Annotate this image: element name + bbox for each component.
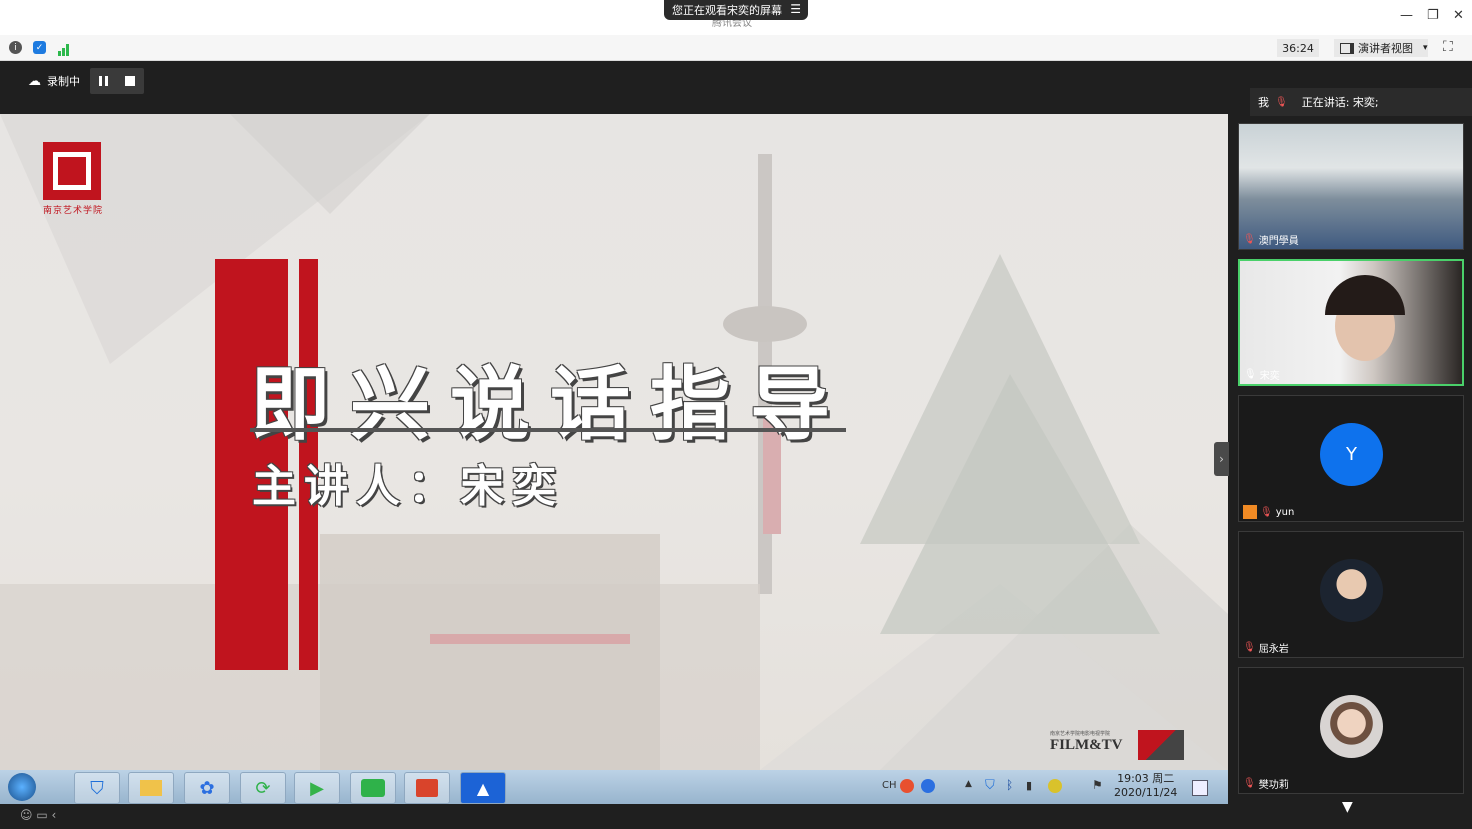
film-tv-emblem xyxy=(1138,730,1184,760)
sogou-icon[interactable] xyxy=(900,779,914,793)
stop-recording-button[interactable] xyxy=(125,76,136,86)
tray-app-icon[interactable] xyxy=(1048,779,1062,793)
recording-label: 录制中 xyxy=(47,75,80,88)
title-bar: 腾讯会议 您正在观看宋奕的屏幕 ☰ — ❐ ✕ xyxy=(0,0,1472,35)
taskbar-clock[interactable]: 19:03 周二 2020/11/24 xyxy=(1114,772,1177,800)
participant-tile[interactable]: 🎙 澳門學員 xyxy=(1238,123,1464,250)
participant-label: 🎙 樊功莉 xyxy=(1243,776,1289,791)
bluetooth-icon[interactable]: ᛒ xyxy=(1006,778,1013,792)
fullscreen-icon[interactable]: ⛶ xyxy=(1443,39,1453,55)
slides-icon xyxy=(416,779,438,797)
avatar xyxy=(1320,559,1383,622)
view-mode-button[interactable]: 演讲者视图 ▾ xyxy=(1334,39,1428,57)
participant-tile[interactable]: Y 🎙 yun xyxy=(1238,395,1464,522)
title-underline xyxy=(250,428,846,432)
recording-bar: ☁ 录制中 xyxy=(28,68,144,94)
network-icon[interactable]: ▮ xyxy=(1026,779,1032,792)
participant-name: 澳門學員 xyxy=(1258,236,1299,247)
meeting-toolbar: i ✓ 36:24 演讲者视图 ▾ ⛶ xyxy=(0,35,1472,61)
windows-start-icon[interactable] xyxy=(8,773,36,801)
paw-icon: ✿ xyxy=(199,777,215,799)
scroll-down-icon[interactable]: ▼ xyxy=(1342,799,1353,815)
video-feed xyxy=(1239,124,1463,249)
collapse-sidebar-handle[interactable]: › xyxy=(1214,442,1229,476)
taskbar-presentation-app[interactable] xyxy=(404,772,450,804)
film-tv-logo: 南京艺术学院电影电视学院 FILM&TV xyxy=(1050,730,1184,760)
taskbar-explorer-app[interactable] xyxy=(128,772,174,804)
participant-name: yun xyxy=(1275,506,1295,518)
participant-sidebar: 我 🎙 正在讲话: 宋奕; 🎙 澳門學員 🎙 宋奕 Y 🎙 yun 🎙 屈永岩 🎙 樊功… xyxy=(1230,61,1472,829)
participant-name: 屈永岩 xyxy=(1258,644,1289,655)
taskbar-refresh-app[interactable]: ⟳ xyxy=(240,772,286,804)
taskbar-player-app[interactable]: ▶ xyxy=(294,772,340,804)
slide-title: 即兴说话指导 xyxy=(250,358,850,451)
participant-label: 🎙 澳門學員 xyxy=(1243,232,1299,247)
participant-tile[interactable]: 🎙 樊功莉 xyxy=(1238,667,1464,794)
info-icon[interactable]: i xyxy=(9,41,22,54)
participant-name: 樊功莉 xyxy=(1258,780,1289,791)
shared-taskbar: ⛉ ✿ ⟳ ▶ ▲ CH ▲ ⛉ ᛒ ▮ ⚑ 19:03 周二 2020/11/… xyxy=(0,770,1228,804)
refresh-icon: ⟳ xyxy=(255,777,271,799)
speaking-indicator: 我 🎙 正在讲话: 宋奕; xyxy=(1250,88,1472,116)
speaking-label: 正在讲话: 宋奕; xyxy=(1301,96,1379,109)
restore-button[interactable]: ❐ xyxy=(1427,8,1439,23)
chat-icon[interactable]: ☺ ▭ ‹ xyxy=(20,808,56,822)
screen-share-banner-text: 您正在观看宋奕的屏幕 xyxy=(672,4,782,17)
muted-mic-icon: 🎙 xyxy=(1275,96,1288,108)
tray-lang[interactable]: CH xyxy=(882,780,897,791)
taskbar-security-app[interactable]: ⛉ xyxy=(74,772,120,804)
muted-mic-icon: 🎙 xyxy=(1243,778,1256,789)
cloud-icon: ☁ xyxy=(28,73,41,89)
muted-mic-icon: 🎙 xyxy=(1243,642,1256,653)
me-label: 我 xyxy=(1258,96,1269,109)
meeting-timer: 36:24 xyxy=(1277,39,1319,57)
avatar: Y xyxy=(1320,423,1383,486)
participant-label: 🎙 宋奕 xyxy=(1244,367,1280,382)
participant-name: 宋奕 xyxy=(1259,371,1280,382)
avatar xyxy=(1320,695,1383,758)
help-icon[interactable] xyxy=(921,779,935,793)
close-button[interactable]: ✕ xyxy=(1453,8,1464,23)
bottom-strip: ☺ ▭ ‹ xyxy=(0,804,1228,829)
muted-mic-icon: 🎙 xyxy=(1260,506,1273,518)
taskbar-iqiyi-app[interactable] xyxy=(350,772,396,804)
chevron-down-icon: ▾ xyxy=(1423,43,1428,53)
user-icon xyxy=(1243,505,1257,519)
mic-icon: 🎙 xyxy=(1244,369,1257,380)
iqiyi-icon xyxy=(361,779,385,797)
shield-check-icon: ⛉ xyxy=(90,777,104,799)
film-tv-logo-small: 南京艺术学院电影电视学院 xyxy=(1050,731,1111,737)
folder-icon xyxy=(140,780,162,796)
menu-icon[interactable]: ☰ xyxy=(790,2,801,16)
participant-tile[interactable]: 🎙 屈永岩 xyxy=(1238,531,1464,658)
tray-shield-icon[interactable]: ⛉ xyxy=(985,778,995,793)
slide-subtitle: 主讲人：宋奕 xyxy=(252,461,564,512)
clock-time: 19:03 周二 xyxy=(1117,772,1175,785)
participant-tile-active[interactable]: 🎙 宋奕 xyxy=(1238,259,1464,386)
view-mode-label: 演讲者视图 xyxy=(1358,42,1413,55)
film-tv-logo-text: FILM&TV xyxy=(1050,737,1123,753)
taskbar-baidu-app[interactable]: ✿ xyxy=(184,772,230,804)
pause-recording-button[interactable] xyxy=(98,76,108,86)
school-logo-text: 南京艺术学院 xyxy=(43,206,104,216)
shared-screen-slide: 即兴说话指导 主讲人：宋奕 南京艺术学院 南京艺术学院电影电视学院 FILM&T… xyxy=(0,114,1228,770)
muted-mic-icon: 🎙 xyxy=(1243,234,1256,245)
clock-date: 2020/11/24 xyxy=(1114,786,1178,799)
shield-icon[interactable]: ✓ xyxy=(33,41,46,54)
taskbar-meeting-app[interactable]: ▲ xyxy=(460,772,506,804)
school-logo: 南京艺术学院 xyxy=(43,142,105,216)
participant-label: 🎙 屈永岩 xyxy=(1243,640,1289,655)
participant-label: 🎙 yun xyxy=(1243,505,1294,519)
play-icon: ▶ xyxy=(310,777,324,799)
minimize-button[interactable]: — xyxy=(1400,8,1413,23)
show-desktop-icon[interactable] xyxy=(1192,780,1208,796)
recording-controls xyxy=(90,68,144,94)
grid-view-icon xyxy=(1340,42,1354,54)
flag-icon[interactable]: ⚑ xyxy=(1092,778,1103,792)
signal-icon[interactable] xyxy=(57,41,71,60)
meeting-app-icon: ▲ xyxy=(476,778,490,798)
tray-arrow-icon[interactable]: ▲ xyxy=(965,779,972,789)
screen-share-banner[interactable]: 您正在观看宋奕的屏幕 ☰ xyxy=(664,0,808,20)
